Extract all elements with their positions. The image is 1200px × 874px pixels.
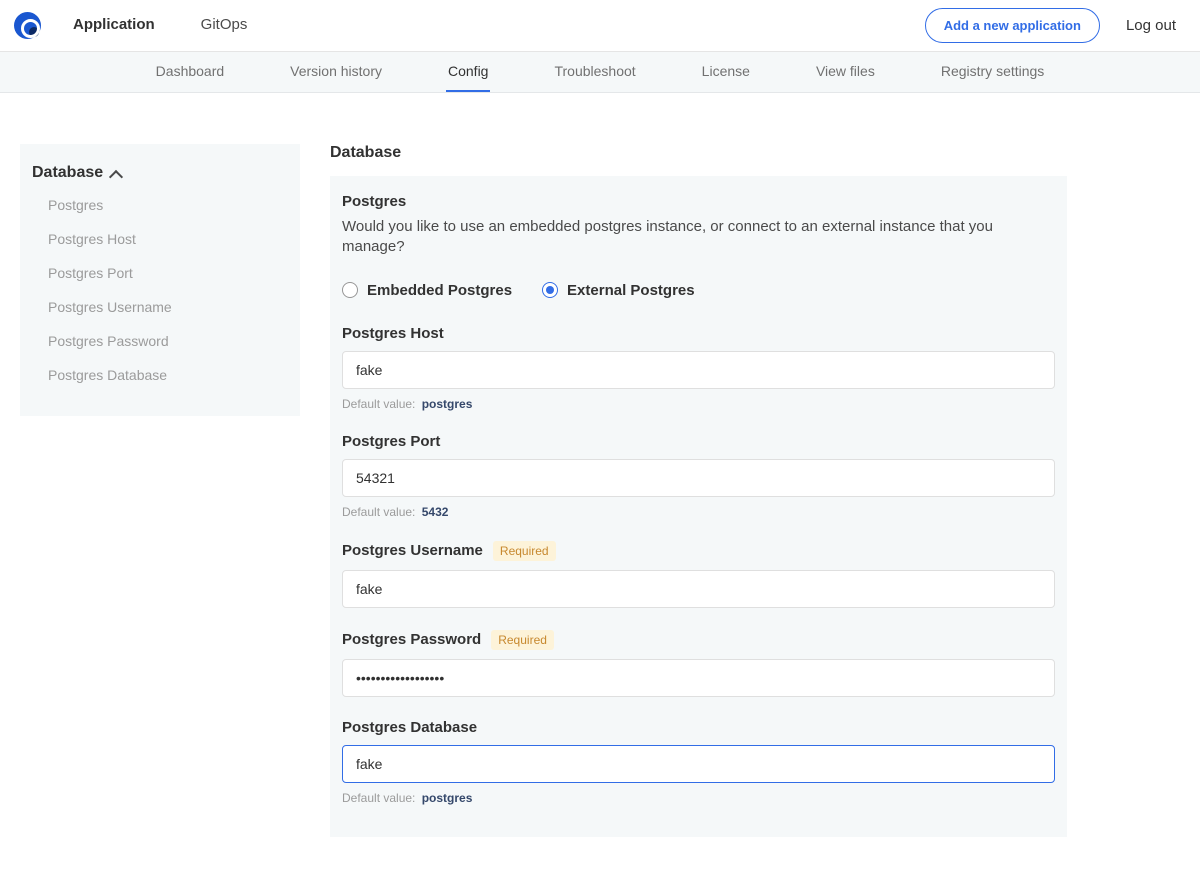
- field-label: Postgres Database: [342, 719, 477, 736]
- field-label: Postgres Password: [342, 631, 481, 648]
- default-value: postgres: [422, 791, 473, 805]
- chevron-up-icon: [111, 170, 122, 181]
- sidebar-group-database[interactable]: Database: [20, 164, 300, 188]
- header-actions: Add a new application Log out: [925, 8, 1176, 43]
- sidebar-item-postgres-host[interactable]: Postgres Host: [20, 222, 300, 256]
- postgres-radio-group: Embedded Postgres External Postgres: [342, 282, 1055, 299]
- postgres-host-input[interactable]: [342, 351, 1055, 389]
- radio-label: Embedded Postgres: [367, 282, 512, 299]
- field-label: Postgres Host: [342, 325, 444, 342]
- default-value: postgres: [422, 397, 473, 411]
- sidebar-item-postgres[interactable]: Postgres: [20, 188, 300, 222]
- field-label-row: Postgres Database: [342, 719, 1055, 736]
- app-subnav: Dashboard Version history Config Troublesho…: [0, 52, 1200, 93]
- radio-selected-icon[interactable]: [542, 282, 558, 298]
- section-title: Database: [330, 144, 1067, 162]
- subnav-tab-troubleshoot[interactable]: Troubleshoot: [552, 52, 637, 92]
- postgres-username-input[interactable]: [342, 570, 1055, 608]
- sidebar-item-postgres-database[interactable]: Postgres Database: [20, 358, 300, 392]
- sidebar-item-postgres-password[interactable]: Postgres Password: [20, 324, 300, 358]
- group-title: Postgres: [342, 193, 1055, 210]
- sidebar-item-postgres-port[interactable]: Postgres Port: [20, 256, 300, 290]
- field-label: Postgres Username: [342, 542, 483, 559]
- field-label-row: Postgres Port: [342, 433, 1055, 450]
- field-postgres-host: Postgres Host Default value: postgres: [342, 325, 1055, 411]
- top-header: Application GitOps Add a new application …: [0, 0, 1200, 52]
- radio-embedded-postgres[interactable]: Embedded Postgres: [342, 282, 512, 299]
- field-label-row: Postgres Host: [342, 325, 1055, 342]
- default-value-line: Default value: postgres: [342, 791, 1055, 805]
- field-postgres-password: Postgres Password Required: [342, 630, 1055, 697]
- field-postgres-database: Postgres Database Default value: postgres: [342, 719, 1055, 805]
- field-label-row: Postgres Username Required: [342, 541, 1055, 561]
- required-badge: Required: [493, 541, 556, 561]
- config-fields: Postgres HostDefault value: postgresPost…: [342, 325, 1055, 805]
- sidebar-item-list: PostgresPostgres HostPostgres PortPostgr…: [20, 188, 300, 392]
- radio-label: External Postgres: [567, 282, 695, 299]
- postgres-database-input[interactable]: [342, 745, 1055, 783]
- radio-external-postgres[interactable]: External Postgres: [542, 282, 695, 299]
- required-badge: Required: [491, 630, 554, 650]
- field-label: Postgres Port: [342, 433, 440, 450]
- default-value: 5432: [422, 505, 449, 519]
- sidebar-group-label: Database: [32, 164, 103, 182]
- config-sidebar: Database PostgresPostgres HostPostgres P…: [20, 144, 300, 416]
- top-tab-gitops[interactable]: GitOps: [197, 0, 252, 51]
- subnav-tab-dashboard[interactable]: Dashboard: [154, 52, 227, 92]
- content-area: Database PostgresPostgres HostPostgres P…: [0, 93, 1200, 874]
- subnav-tab-version-history[interactable]: Version history: [288, 52, 384, 92]
- config-main: Database Postgres Would you like to use …: [330, 144, 1067, 874]
- top-tabs: Application GitOps: [69, 0, 289, 51]
- subnav-tab-view-files[interactable]: View files: [814, 52, 877, 92]
- postgres-password-input[interactable]: [342, 659, 1055, 697]
- subnav-tab-config[interactable]: Config: [446, 52, 490, 92]
- top-tab-application[interactable]: Application: [69, 0, 159, 51]
- default-value-line: Default value: postgres: [342, 397, 1055, 411]
- group-help-text: Would you like to use an embedded postgr…: [342, 217, 1055, 258]
- add-application-button[interactable]: Add a new application: [925, 8, 1100, 43]
- config-group-panel: Postgres Would you like to use an embedd…: [330, 176, 1067, 837]
- field-label-row: Postgres Password Required: [342, 630, 1055, 650]
- sidebar-item-postgres-username[interactable]: Postgres Username: [20, 290, 300, 324]
- logout-link[interactable]: Log out: [1126, 17, 1176, 34]
- subnav-tab-license[interactable]: License: [700, 52, 752, 92]
- subnav-tab-registry-settings[interactable]: Registry settings: [939, 52, 1046, 92]
- field-postgres-port: Postgres Port Default value: 5432: [342, 433, 1055, 519]
- radio-unselected-icon[interactable]: [342, 282, 358, 298]
- field-postgres-username: Postgres Username Required: [342, 541, 1055, 608]
- app-logo[interactable]: [14, 12, 41, 39]
- postgres-port-input[interactable]: [342, 459, 1055, 497]
- default-value-line: Default value: 5432: [342, 505, 1055, 519]
